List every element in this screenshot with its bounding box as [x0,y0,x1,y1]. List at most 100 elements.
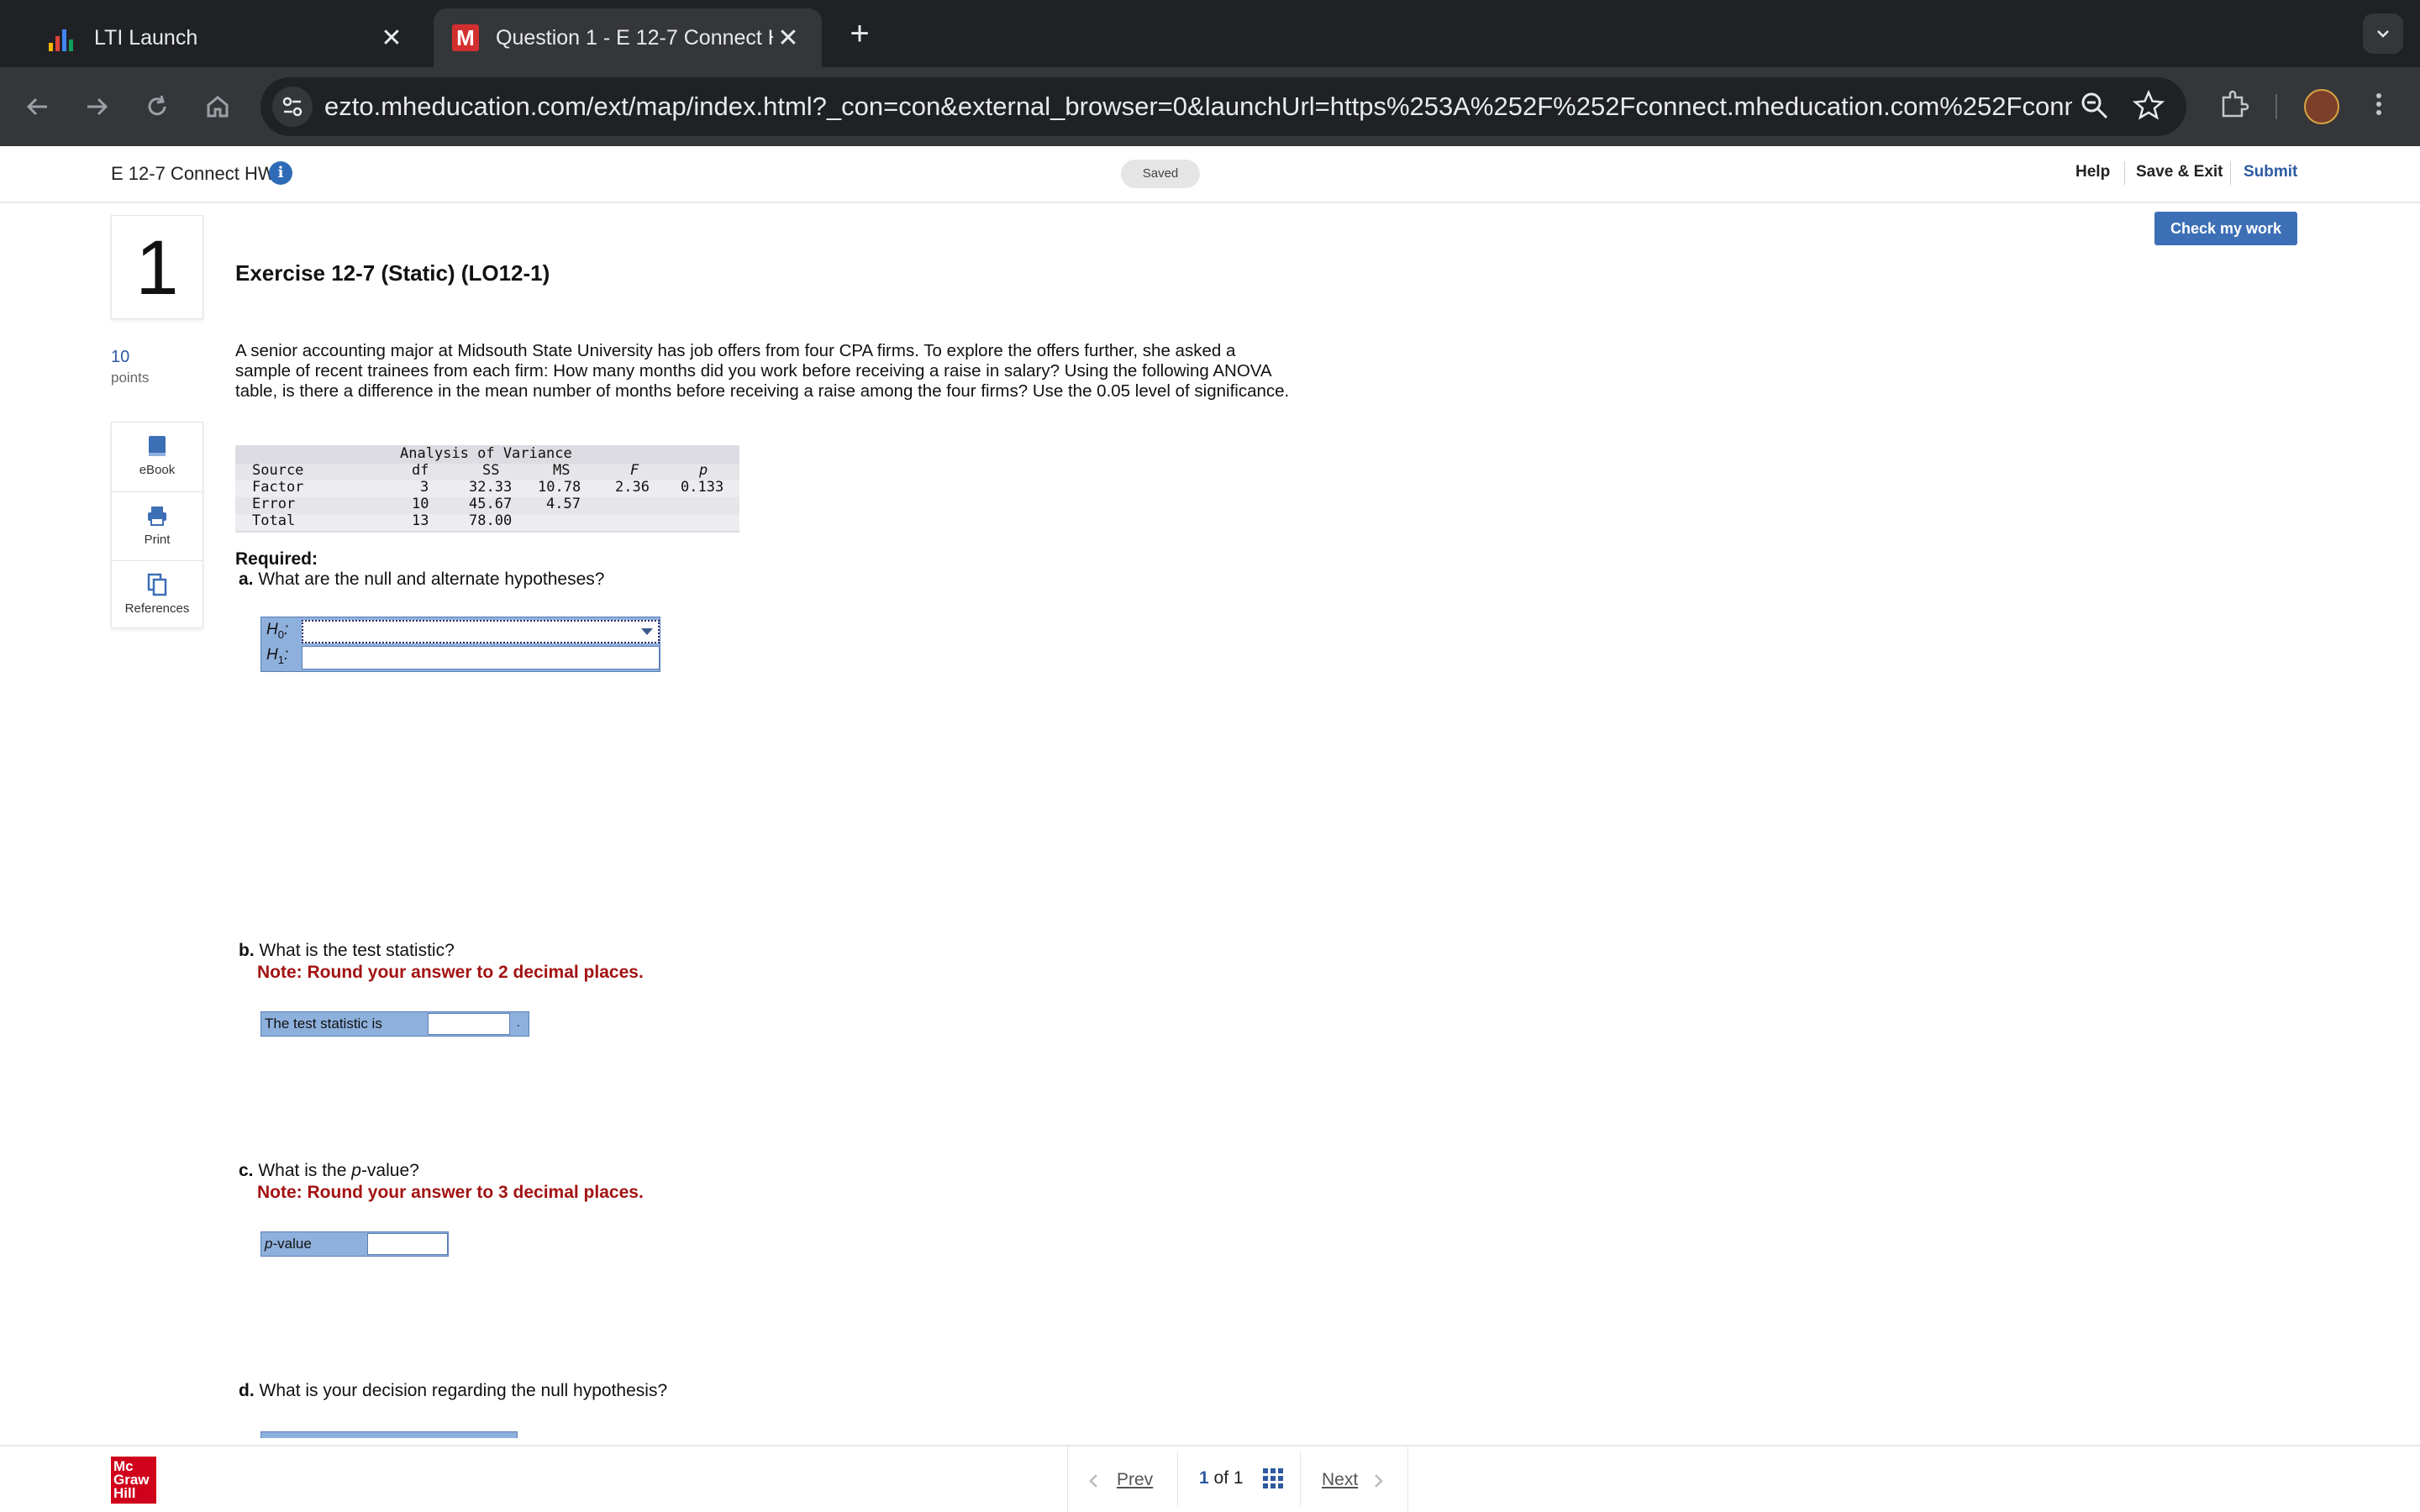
reload-button[interactable] [138,87,176,126]
address-bar[interactable]: ezto.mheducation.com/ext/map/index.html?… [260,77,2186,136]
anova-cell: 45.67 [469,496,513,512]
close-icon[interactable]: ✕ [773,24,803,53]
more-menu-icon[interactable] [2366,87,2391,126]
points-value: 10 [111,348,130,366]
question-c-text: c. What is the p-value? [239,1161,419,1180]
header-divider [2124,161,2125,185]
p-value-label: p-value [265,1236,312,1252]
chevron-left-icon [1089,1474,1097,1488]
tools-panel: eBook Print References [111,422,203,628]
zoom-icon[interactable] [2077,89,2112,124]
bar-chart-icon [49,24,76,51]
question-prompt: What is your decision regarding the null… [259,1381,668,1400]
tab-title: LTI Launch [94,25,198,50]
question-prompt: What is the [258,1161,352,1180]
home-button[interactable] [198,87,237,126]
anova-header: MS [553,462,571,479]
ebook-button[interactable]: eBook [112,423,203,491]
chevron-down-icon [641,628,653,635]
exercise-title: Exercise 12-7 (Static) (LO12-1) [235,260,550,286]
test-statistic-input[interactable] [428,1013,510,1035]
h1-label: H1: [266,646,289,666]
browser-toolbar: ezto.mheducation.com/ext/map/index.html?… [0,67,2420,146]
next-button[interactable]: Next [1322,1470,1358,1490]
p-value-input[interactable] [367,1233,448,1255]
question-a-text: a. What are the null and alternate hypot… [239,570,604,590]
pager-divider [1300,1452,1301,1507]
check-my-work-button[interactable]: Check my work [2154,212,2297,245]
print-label: Print [144,533,171,547]
prev-button[interactable]: Prev [1117,1470,1153,1490]
anova-cell: 13 [412,512,429,529]
anova-cell: Error [252,496,296,512]
h0-dropdown[interactable] [302,620,660,643]
anova-cell: 4.57 [546,496,581,512]
toolbar-divider [2275,94,2277,119]
pager-divider [1177,1452,1178,1507]
anova-cell: 10.78 [538,479,581,496]
h1-input[interactable] [302,646,660,669]
info-icon[interactable]: i [269,161,292,185]
question-letter: b. [239,941,255,960]
references-button[interactable]: References [112,560,203,629]
decision-row [260,1431,518,1438]
printer-icon [148,507,166,526]
required-heading: Required: [235,549,318,569]
question-number: 1 [135,225,179,311]
anova-header: Source [252,462,304,479]
page-indicator[interactable]: 1 of 1 [1199,1468,1244,1488]
problem-text: A senior accounting major at Midsouth St… [235,341,1290,401]
app-header: E 12-7 Connect HW i Saved Help Save & Ex… [0,146,2420,203]
home-icon [207,96,229,118]
anova-header: p [699,462,708,479]
question-b-text: b. What is the test statistic? [239,941,455,961]
anova-table: Analysis of Variance Source df SS MS F p… [235,445,739,533]
question-letter: a. [239,570,254,589]
extensions-icon[interactable] [2215,87,2252,124]
anova-cell: 78.00 [469,512,513,529]
question-prompt: What is the test statistic? [259,941,455,960]
site-settings-icon[interactable] [272,87,313,127]
question-d-text: d. What is your decision regarding the n… [239,1381,667,1401]
ebook-label: eBook [139,463,176,477]
h0-label: H0: [266,621,289,641]
tab-question-1[interactable]: M Question 1 - E 12-7 Connect H ✕ [434,8,822,67]
question-number-box: 1 [111,215,203,319]
help-link[interactable]: Help [2075,163,2110,181]
anova-header: F [630,462,639,479]
anova-cell: 2.36 [615,479,650,496]
bookmark-star-icon[interactable] [2131,89,2166,124]
mheducation-icon: M [452,24,479,51]
question-prompt: What are the null and alternate hypothes… [258,570,605,589]
saved-status-badge: Saved [1121,160,1200,188]
submit-link[interactable]: Submit [2244,163,2297,181]
browser-tab-bar: LTI Launch ✕ M Question 1 - E 12-7 Conne… [0,0,2420,67]
hypotheses-table: H0: H1: [260,617,660,672]
anova-title: Analysis of Variance [400,445,572,462]
print-button[interactable]: Print [112,491,203,560]
anova-header: df [412,462,429,479]
grid-icon[interactable] [1263,1468,1283,1488]
forward-button[interactable] [77,87,116,126]
footer-bar: Mc Graw Hill Prev 1 of 1 Next [0,1445,2420,1512]
url-text[interactable]: ezto.mheducation.com/ext/map/index.html?… [324,77,2072,136]
profile-avatar[interactable] [2304,89,2339,124]
copy-documents-icon [147,573,167,596]
test-statistic-row: The test statistic is . [260,1011,529,1037]
mcgraw-hill-logo: Mc Graw Hill [111,1457,156,1504]
close-icon[interactable]: ✕ [376,24,407,53]
pagination: Prev 1 of 1 Next [1067,1446,1408,1512]
test-statistic-label: The test statistic is [265,1016,382,1032]
question-letter: c. [239,1161,254,1180]
tab-lti-launch[interactable]: LTI Launch ✕ [30,8,425,67]
back-button[interactable] [18,87,57,126]
new-tab-button[interactable]: + [840,15,879,54]
references-label: References [124,601,190,616]
save-exit-link[interactable]: Save & Exit [2136,163,2223,181]
question-letter: d. [239,1381,255,1400]
anova-cell: 3 [420,479,429,496]
suffix-text: . [517,1016,520,1029]
tab-search-button[interactable] [2363,13,2403,54]
p-value-row: p-value [260,1231,449,1257]
anova-header: SS [482,462,500,479]
